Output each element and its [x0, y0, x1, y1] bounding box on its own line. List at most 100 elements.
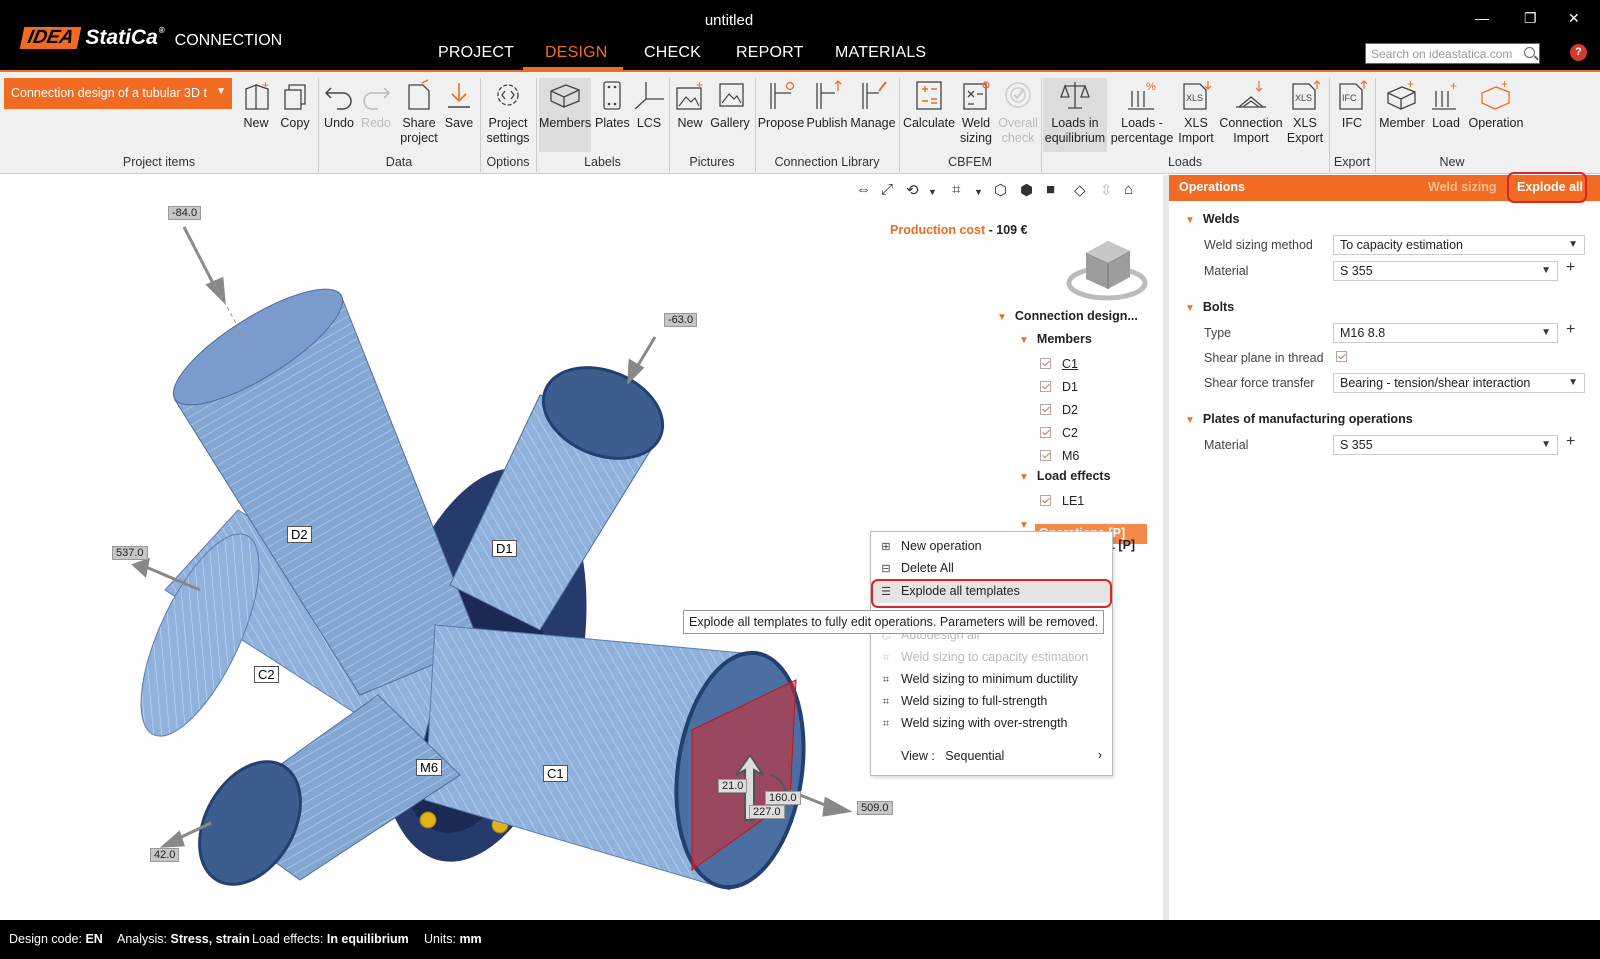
chevron-down-icon[interactable]: ▼	[928, 187, 937, 197]
project-settings-button[interactable]: Project settings	[484, 78, 532, 146]
weld-sizing-button[interactable]: Weld sizing	[1428, 180, 1497, 194]
copy-button[interactable]: Copy	[278, 78, 312, 131]
fit-width-icon[interactable]: ⇔	[856, 181, 871, 198]
new-load-button[interactable]: + Load	[1428, 78, 1464, 131]
overall-check-button[interactable]: Overall check	[998, 78, 1038, 146]
plate-material-select[interactable]: S 355 ▼	[1333, 435, 1558, 455]
connection-import-button[interactable]: Connection Import	[1218, 78, 1284, 146]
save-button[interactable]: Save	[442, 78, 476, 131]
member-label-d2[interactable]: D2	[287, 526, 312, 543]
weld-sizing-method-select[interactable]: To capacity estimation ▼	[1333, 235, 1585, 255]
add-bolt-icon[interactable]: +	[1566, 321, 1575, 339]
shear-plane-checkbox[interactable]	[1336, 351, 1347, 362]
manage-button[interactable]: Manage	[850, 78, 896, 131]
add-material-icon[interactable]: +	[1566, 259, 1575, 277]
new-operation-button[interactable]: + Operation	[1465, 78, 1527, 131]
section-plates[interactable]: ▼ Plates of manufacturing operations	[1185, 412, 1413, 426]
checkbox[interactable]	[1040, 404, 1051, 415]
member-label-c2[interactable]: C2	[254, 666, 279, 683]
section-bolts[interactable]: ▼ Bolts	[1185, 300, 1234, 314]
view-cube[interactable]	[1064, 231, 1150, 303]
menu-item-weld-capacity[interactable]: ⌗ Weld sizing to capacity estimation	[871, 647, 1112, 669]
chevron-down-icon: ▼	[1019, 335, 1029, 346]
restore-icon[interactable]: ❐	[1524, 10, 1537, 27]
3d-viewport[interactable]: ⇔ ⤢ ⟲ ▼ ⌗ ▼ ⬡ ⬢ ■ ◇ ⇳ ⌂ Production cost …	[0, 175, 1163, 920]
close-icon[interactable]: ✕	[1568, 10, 1580, 27]
member-label-d1[interactable]: D1	[492, 540, 517, 557]
ifc-export-button[interactable]: IFC IFC	[1332, 78, 1372, 131]
svg-text:+: +	[1407, 79, 1414, 91]
mirror-icon[interactable]: ⇳	[1100, 181, 1113, 199]
home-view-icon[interactable]: ⌂	[1124, 181, 1133, 198]
search-input[interactable]: Search on ideastatica.com	[1365, 43, 1540, 64]
tab-project[interactable]: PROJECT	[438, 44, 514, 62]
explode-all-button[interactable]: Explode all	[1507, 172, 1587, 203]
tab-design[interactable]: DESIGN	[545, 44, 608, 62]
propose-button[interactable]: Propose	[757, 78, 805, 131]
checkbox[interactable]	[1040, 427, 1051, 438]
members-labels-button[interactable]: Members	[539, 78, 591, 152]
minimize-icon[interactable]: —	[1475, 10, 1489, 26]
menu-item-new-operation[interactable]: ⊞ New operation	[871, 536, 1112, 558]
lcs-labels-button[interactable]: LCS	[632, 78, 666, 131]
weld-icon: ⌗	[882, 696, 890, 708]
xls-export-button[interactable]: XLS XLS Export	[1284, 78, 1326, 146]
menu-item-weld-over-strength[interactable]: ⌗ Weld sizing with over-strength	[871, 713, 1112, 735]
operation-add-icon: +	[1479, 78, 1513, 112]
undo-button[interactable]: Undo	[322, 78, 356, 131]
menu-item-weld-min-ductility[interactable]: ⌗ Weld sizing to minimum ductility	[871, 669, 1112, 691]
redo-button[interactable]: Redo	[359, 78, 393, 131]
tab-report[interactable]: REPORT	[736, 44, 804, 62]
member-label-m6[interactable]: M6	[416, 759, 443, 776]
group-label-labels: Labels	[584, 155, 621, 169]
tree-item-member[interactable]: D2	[1040, 403, 1078, 417]
calculate-button[interactable]: Calculate	[902, 78, 956, 131]
section-view-icon[interactable]: ◇	[1074, 181, 1086, 199]
project-item-dropdown[interactable]: Connection design of a tubular 3D t ▼	[4, 78, 232, 109]
bolt-type-select[interactable]: M16 8.8 ▼	[1333, 323, 1558, 343]
xls-import-button[interactable]: XLS XLS Import	[1175, 78, 1217, 146]
checkbox[interactable]	[1040, 358, 1051, 369]
new-picture-button[interactable]: + New	[673, 78, 707, 131]
tree-item-member[interactable]: D1	[1040, 380, 1078, 394]
solid-cube-icon[interactable]: ■	[1046, 181, 1055, 198]
gallery-button[interactable]: Gallery	[709, 78, 751, 131]
checkbox[interactable]	[1040, 495, 1051, 506]
checkbox[interactable]	[1040, 381, 1051, 392]
plates-labels-button[interactable]: Plates	[595, 78, 630, 131]
transparent-cube-icon[interactable]: ⬢	[1020, 181, 1033, 199]
share-project-button[interactable]: Share project	[398, 78, 440, 146]
share-icon	[402, 78, 436, 112]
shear-force-select[interactable]: Bearing - tension/shear interaction ▼	[1333, 373, 1585, 393]
tree-node-connection[interactable]: ▼ Connection design...	[997, 309, 1138, 323]
help-icon[interactable]: ?	[1570, 44, 1587, 61]
menu-item-delete-all[interactable]: ⊟ Delete All	[871, 558, 1112, 580]
menu-item-weld-full-strength[interactable]: ⌗ Weld sizing to full-strength	[871, 691, 1112, 713]
new-member-button[interactable]: + Member	[1377, 78, 1427, 131]
loads-in-equilibrium-button[interactable]: Loads in equilibrium	[1043, 78, 1107, 152]
checkbox[interactable]	[1040, 450, 1051, 461]
zoom-extents-icon[interactable]: ⤢	[881, 181, 893, 198]
tab-check[interactable]: CHECK	[644, 44, 701, 62]
publish-button[interactable]: Publish	[806, 78, 848, 131]
menu-item-view[interactable]: View : Sequential ›	[871, 746, 1112, 768]
wireframe-cube-icon[interactable]: ⬡	[994, 181, 1007, 199]
loads-percentage-button[interactable]: % Loads - percentage	[1110, 78, 1174, 146]
member-label-c1[interactable]: C1	[543, 765, 568, 782]
tree-item-member[interactable]: C1	[1040, 357, 1078, 371]
tree-node-load-effects[interactable]: ▼ Load effects	[1019, 469, 1111, 483]
section-welds[interactable]: ▼ Welds	[1185, 212, 1240, 226]
search-icon[interactable]	[1524, 47, 1535, 58]
new-button[interactable]: + New	[240, 78, 272, 131]
tree-item-load-effect[interactable]: LE1	[1040, 494, 1084, 508]
crop-icon[interactable]: ⌗	[952, 181, 960, 198]
tree-node-members[interactable]: ▼ Members	[1019, 332, 1092, 346]
tab-materials[interactable]: MATERIALS	[835, 44, 926, 62]
rotate-view-icon[interactable]: ⟲	[906, 181, 919, 199]
tree-item-member[interactable]: C2	[1040, 426, 1078, 440]
tree-item-member[interactable]: M6	[1040, 449, 1079, 463]
add-plate-material-icon[interactable]: +	[1566, 433, 1575, 451]
chevron-down-icon[interactable]: ▼	[974, 187, 983, 197]
weld-sizing-button[interactable]: Weld sizing	[957, 78, 995, 146]
weld-material-select[interactable]: S 355 ▼	[1333, 261, 1558, 281]
